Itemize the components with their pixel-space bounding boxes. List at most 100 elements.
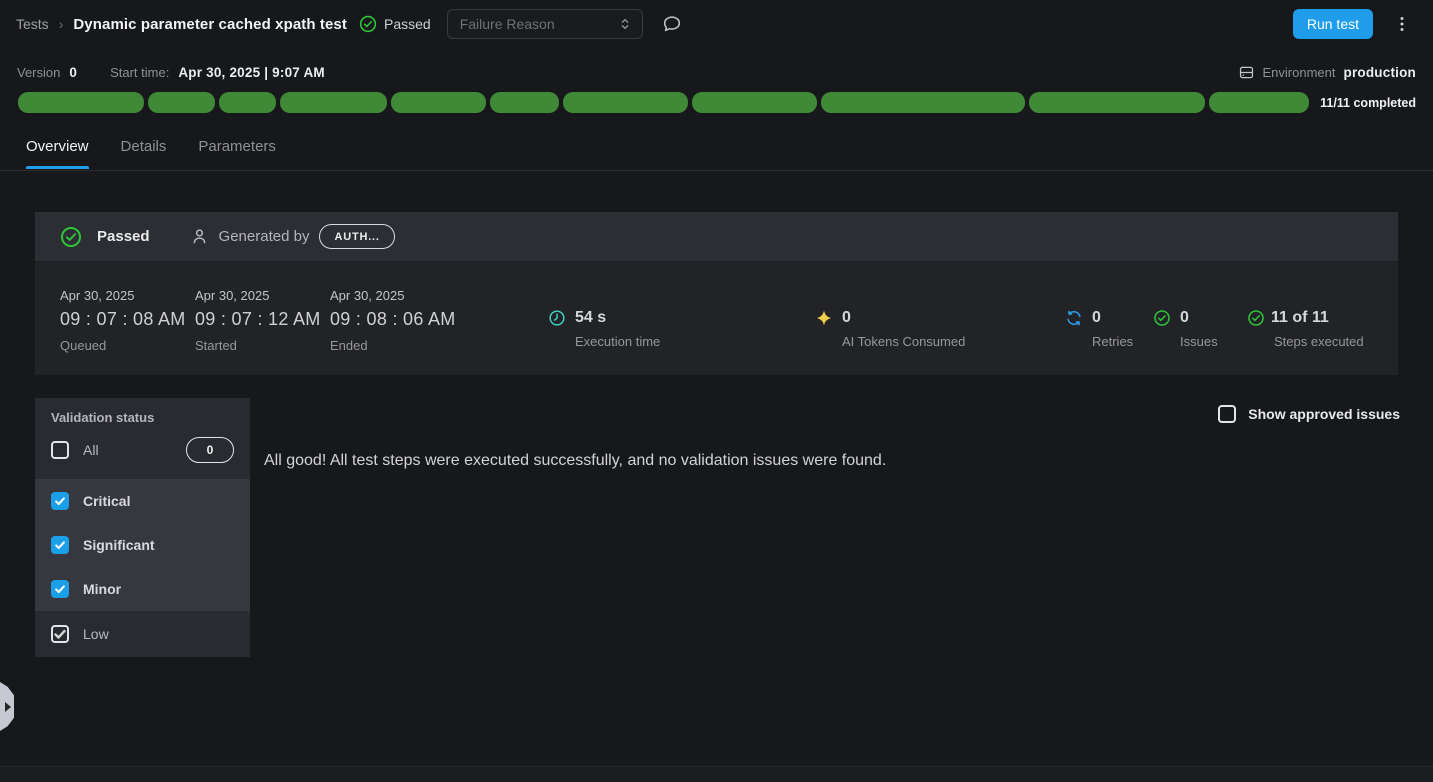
tab-overview[interactable]: Overview (26, 138, 89, 168)
check-circle-icon (359, 15, 377, 33)
check-circle-icon (60, 226, 82, 248)
page-title: Dynamic parameter cached xpath test (73, 16, 347, 33)
timestamp-queued: Apr 30, 2025 09 : 07 : 08 AM Queued (60, 288, 195, 375)
timestamp-ended: Apr 30, 2025 09 : 08 : 06 AM Ended (330, 288, 465, 375)
critical-checkbox[interactable] (51, 492, 69, 510)
summary-card: Passed Generated by AUTH... Apr 30, 2025… (35, 212, 1398, 375)
progress-segment[interactable] (391, 92, 486, 113)
filter-row-all[interactable]: All 0 (51, 425, 234, 475)
ended-label: Ended (330, 338, 465, 353)
progress-segment[interactable] (821, 92, 1025, 113)
status-label: Passed (384, 16, 431, 32)
steps-executed-value: 11 of 11 (1271, 309, 1329, 327)
environment-value: production (1344, 65, 1417, 80)
all-count-badge: 0 (186, 437, 234, 463)
tab-parameters[interactable]: Parameters (198, 138, 276, 168)
tab-bar: Overview Details Parameters (0, 132, 1433, 171)
metric-ai-tokens: 0 AI Tokens Consumed (815, 288, 1065, 375)
ended-time: 09 : 08 : 06 AM (330, 309, 465, 330)
check-circle-icon (1247, 309, 1265, 327)
critical-label: Critical (83, 493, 130, 509)
filter-row-critical[interactable]: Critical (35, 479, 250, 523)
no-issues-message: All good! All test steps were executed s… (264, 452, 886, 470)
metric-issues: 0 Issues (1153, 288, 1247, 375)
breadcrumb-chevron-icon: › (59, 16, 64, 32)
progress-bar (18, 92, 1309, 113)
progress-segment[interactable] (280, 92, 388, 113)
sparkle-icon (815, 309, 833, 327)
progress-segment[interactable] (1209, 92, 1310, 113)
validation-filter-top: Validation status All 0 (35, 398, 250, 479)
progress-segment[interactable] (219, 92, 276, 113)
execution-time-label: Execution time (575, 334, 815, 349)
started-date: Apr 30, 2025 (195, 288, 330, 303)
sync-icon (1065, 309, 1083, 327)
comment-icon[interactable] (661, 13, 683, 35)
environment-icon (1238, 64, 1255, 81)
test-run-page: Tests › Dynamic parameter cached xpath t… (0, 0, 1433, 782)
validation-filter-panel: Validation status All 0 Critical Signifi… (35, 398, 250, 657)
person-icon (190, 227, 209, 246)
metric-retries: 0 Retries (1065, 288, 1153, 375)
clock-icon (548, 309, 566, 327)
progress-completed-label: 11/11 completed (1320, 96, 1416, 110)
significant-label: Significant (83, 537, 155, 553)
progress-segment[interactable] (148, 92, 215, 113)
ended-date: Apr 30, 2025 (330, 288, 465, 303)
ai-tokens-label: AI Tokens Consumed (842, 334, 1065, 349)
chevron-right-icon (5, 702, 11, 712)
card-status-label: Passed (97, 228, 150, 245)
minor-checkbox[interactable] (51, 580, 69, 598)
kebab-menu-icon[interactable] (1393, 15, 1411, 33)
significant-checkbox[interactable] (51, 536, 69, 554)
summary-card-body: Apr 30, 2025 09 : 07 : 08 AM Queued Apr … (35, 262, 1398, 375)
meta-row: Version 0 Start time: Apr 30, 2025 | 9:0… (0, 56, 1433, 88)
progress-segment[interactable] (563, 92, 688, 113)
header-bar: Tests › Dynamic parameter cached xpath t… (0, 0, 1433, 48)
show-approved-checkbox[interactable] (1218, 405, 1236, 423)
show-approved-label: Show approved issues (1248, 406, 1400, 422)
metric-steps-executed: 11 of 11 Steps executed (1247, 288, 1364, 375)
execution-time-value: 54 s (575, 309, 606, 327)
validation-status-title: Validation status (51, 410, 234, 425)
failure-reason-select[interactable]: Failure Reason (447, 9, 643, 39)
tab-details[interactable]: Details (121, 138, 167, 168)
show-approved-issues-toggle[interactable]: Show approved issues (1218, 405, 1400, 423)
queued-date: Apr 30, 2025 (60, 288, 195, 303)
issues-label: Issues (1180, 334, 1247, 349)
steps-executed-label: Steps executed (1274, 334, 1364, 349)
run-test-button[interactable]: Run test (1293, 9, 1373, 39)
low-label: Low (83, 626, 109, 642)
sidebar-expand-handle[interactable] (0, 682, 14, 731)
filter-row-low[interactable]: Low (51, 611, 234, 657)
ai-tokens-value: 0 (842, 309, 851, 327)
issues-value: 0 (1180, 309, 1189, 327)
low-checkbox[interactable] (51, 625, 69, 643)
all-checkbox[interactable] (51, 441, 69, 459)
queued-label: Queued (60, 338, 195, 353)
environment-label: Environment (1263, 65, 1336, 80)
summary-card-header: Passed Generated by AUTH... (35, 212, 1398, 262)
bottom-bar (0, 766, 1433, 782)
progress-segment[interactable] (490, 92, 559, 113)
all-label: All (83, 442, 99, 458)
version-value: 0 (69, 65, 77, 80)
minor-label: Minor (83, 581, 121, 597)
progress-segment[interactable] (1029, 92, 1204, 113)
filter-row-minor[interactable]: Minor (35, 567, 250, 611)
validation-filter-options: Critical Significant Minor (35, 479, 250, 611)
progress-segment[interactable] (692, 92, 817, 113)
progress-segment[interactable] (18, 92, 144, 113)
progress-row: 11/11 completed (18, 92, 1416, 113)
validation-filter-bottom: Low (35, 611, 250, 657)
failure-reason-placeholder: Failure Reason (460, 16, 555, 32)
start-time-value: Apr 30, 2025 | 9:07 AM (178, 65, 325, 80)
generated-by-badge[interactable]: AUTH... (319, 224, 394, 249)
breadcrumb-tests-link[interactable]: Tests (16, 16, 49, 32)
filter-row-significant[interactable]: Significant (35, 523, 250, 567)
chevron-updown-icon (618, 17, 632, 31)
queued-time: 09 : 07 : 08 AM (60, 309, 195, 330)
started-time: 09 : 07 : 12 AM (195, 309, 330, 330)
run-status: Passed (359, 15, 431, 33)
started-label: Started (195, 338, 330, 353)
